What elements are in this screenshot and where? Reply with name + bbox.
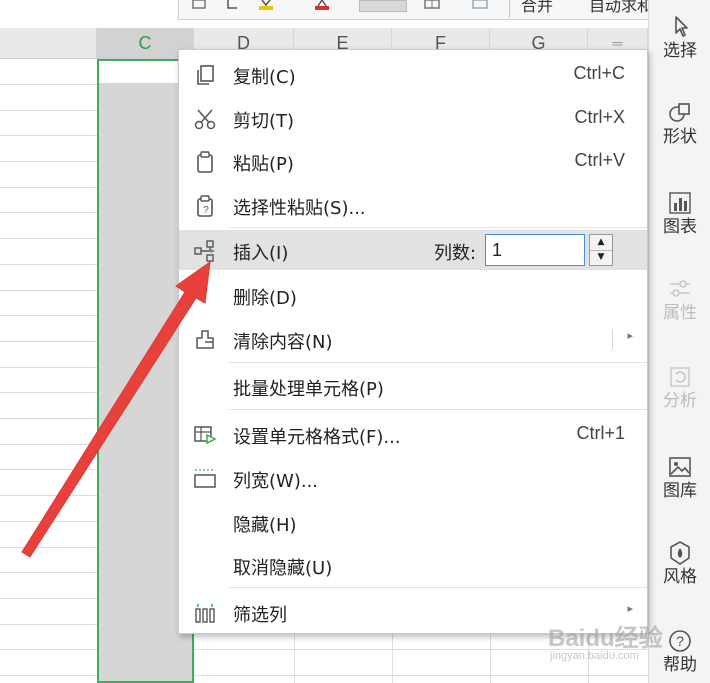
watermark-main-text: Baidu经验 bbox=[548, 625, 663, 652]
annotation-arrow-icon bbox=[21, 260, 211, 558]
baidu-watermark: Baidu经验 jingyan.baidu.com bbox=[548, 610, 698, 680]
watermark-sub-text: jingyan.baidu.com bbox=[550, 650, 639, 662]
